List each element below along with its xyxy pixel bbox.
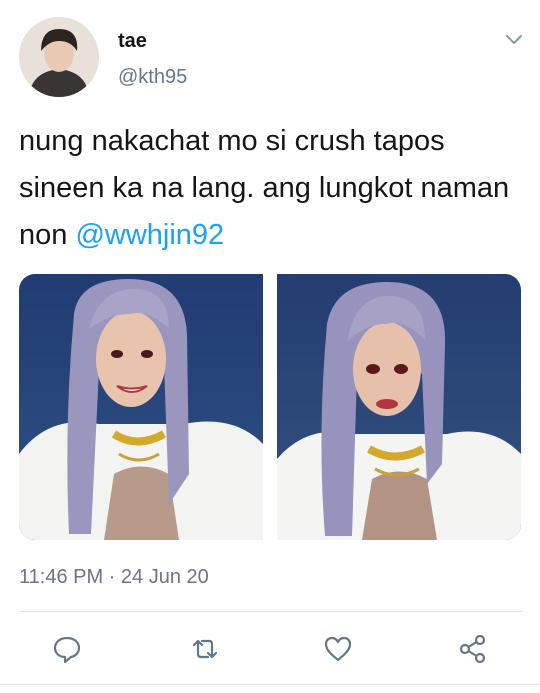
retweet-icon[interactable] [188,632,222,666]
mention-link[interactable]: @wwhjin92 [75,219,224,251]
divider [19,611,522,612]
heart-icon[interactable] [321,632,355,666]
chevron-down-icon[interactable] [502,30,526,50]
display-name[interactable]: tae [118,30,147,53]
share-icon[interactable] [456,632,490,666]
tweet-text: nung nakachat mo si crush tapos sineen k… [19,118,524,259]
bottom-divider [0,684,540,685]
avatar[interactable] [19,17,99,97]
tweet-header: tae @kth95 [0,0,540,110]
tweet-image-left[interactable] [19,274,263,540]
tweet-timestamp[interactable]: 11:46 PM · 24 Jun 20 [19,566,209,589]
tweet-image-right[interactable] [277,274,521,540]
user-handle[interactable]: @kth95 [118,66,187,89]
action-bar [0,620,540,680]
comment-icon[interactable] [50,632,84,666]
